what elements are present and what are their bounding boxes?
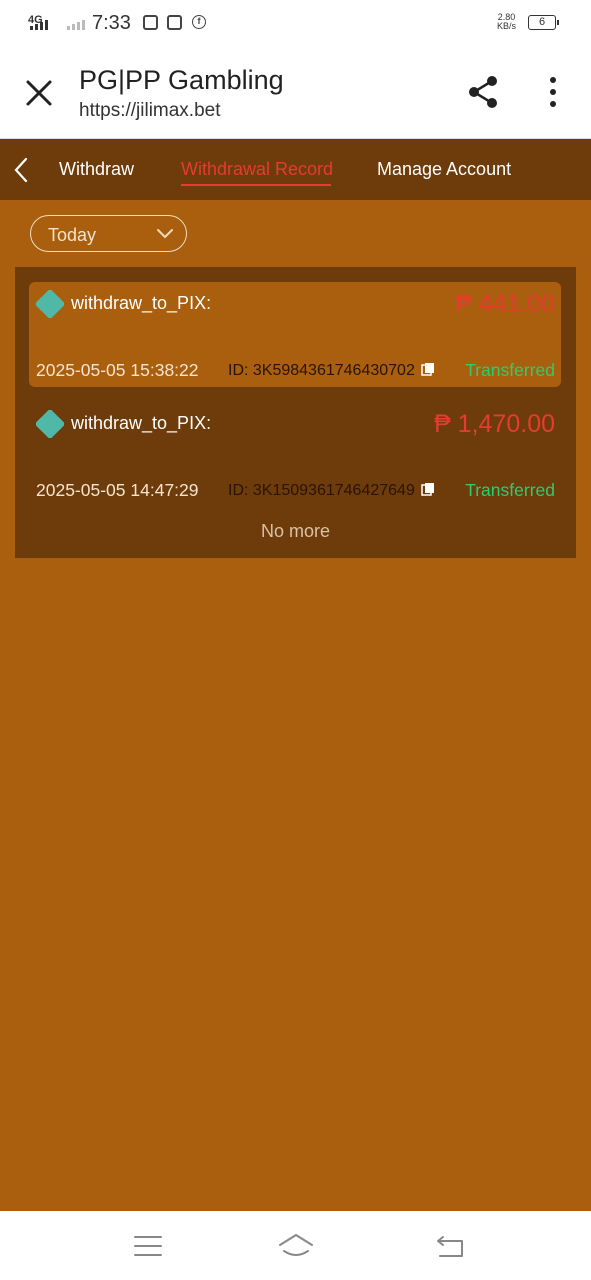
tab-bar: Withdraw Withdrawal Record Manage Accoun… [0,139,591,200]
transaction-id: ID: 3K5984361746430702 [228,362,415,379]
signal-icon-secondary [67,16,85,30]
battery-icon: 6 [528,15,559,30]
date-filter-dropdown[interactable]: Today [30,215,187,252]
facebook-icon: f [192,15,206,29]
system-nav-bar [0,1211,591,1280]
pix-icon [36,290,64,318]
back-icon[interactable] [435,1231,467,1261]
pix-icon [36,410,64,438]
withdraw-method: withdraw_to_PIX: [71,293,212,313]
page-title: PG|PP Gambling [79,65,284,95]
tab-withdraw[interactable]: Withdraw [59,159,134,180]
share-icon[interactable] [465,74,501,110]
home-icon[interactable] [277,1231,315,1261]
signal-icon [30,16,48,30]
status-badge: Transferred [465,360,555,380]
clock: 7:33 [92,12,131,34]
notification-app-icon [143,15,158,30]
copy-icon[interactable] [421,362,435,376]
withdraw-amount: ₱ 441.00 [454,290,555,318]
tab-withdrawal-record[interactable]: Withdrawal Record [181,159,333,180]
list-item[interactable]: withdraw_to_PIX: ₱ 441.00 2025-05-05 15:… [29,282,561,387]
withdraw-amount: ₱ 1,470.00 [434,410,555,438]
notification-image-icon [167,15,182,30]
date-filter-value: Today [48,225,97,245]
list-item[interactable]: withdraw_to_PIX: ₱ 1,470.00 2025-05-05 1… [29,402,561,507]
withdraw-datetime: 2025-05-05 14:47:29 [36,480,199,500]
menu-icon[interactable] [132,1231,164,1261]
speed-unit: KB/s [497,21,517,31]
copy-icon[interactable] [421,482,435,496]
active-tab-indicator [181,184,331,186]
network-speed: 2.80 KB/s [497,13,516,31]
end-of-list-text: No more [260,521,331,541]
back-arrow-icon[interactable] [10,156,32,184]
browser-toolbar: PG|PP Gambling https://jilimax.bet [0,46,591,139]
withdraw-method: withdraw_to_PIX: [71,413,212,433]
withdrawal-record-list: withdraw_to_PIX: ₱ 441.00 2025-05-05 15:… [15,267,576,558]
withdraw-datetime: 2025-05-05 15:38:22 [36,360,199,380]
page-url: https://jilimax.bet [79,100,221,121]
more-vert-icon[interactable] [540,74,566,110]
transaction-id: ID: 3K1509361746427649 [228,482,415,499]
close-icon[interactable] [22,76,56,110]
chevron-down-icon [157,229,173,239]
status-bar: 4G 7:33 f 2.80 KB/s 6 [0,0,591,46]
status-badge: Transferred [465,480,555,500]
tab-manage-account[interactable]: Manage Account [377,159,511,180]
